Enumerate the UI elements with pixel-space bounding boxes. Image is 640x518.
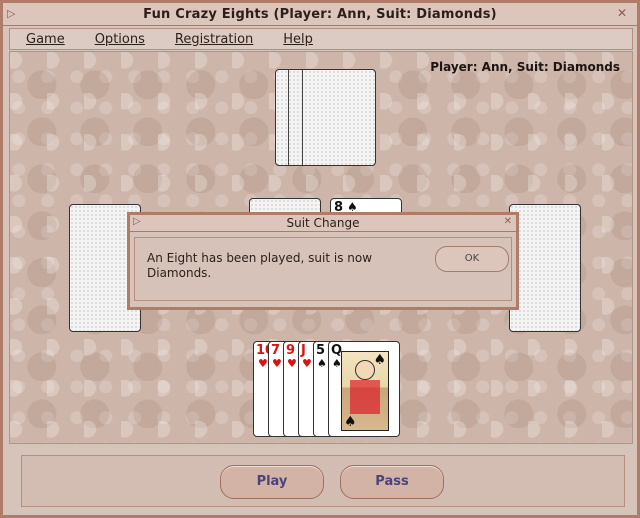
action-panel: Play Pass [21, 455, 625, 507]
heart-icon: ♥ [287, 357, 297, 370]
card-rank: J [301, 343, 306, 358]
menu-help[interactable]: Help [283, 32, 313, 47]
dialog-message: An Eight has been played, suit is now Di… [147, 251, 373, 280]
menu-options[interactable]: Options [95, 32, 145, 47]
opponent-top-hand [275, 69, 376, 166]
hand-card[interactable]: Q ♠ ♠ ♠ [328, 341, 400, 437]
opponent-right-hand [509, 204, 581, 332]
heart-icon: ♥ [272, 357, 282, 370]
menu-bar: Game Options Registration Help [9, 28, 633, 50]
title-bar[interactable]: ▷ Fun Crazy Eights (Player: Ann, Suit: D… [3, 3, 637, 26]
spade-icon: ♠ [317, 357, 327, 370]
player-status: Player: Ann, Suit: Diamonds [430, 60, 620, 74]
pass-button[interactable]: Pass [340, 465, 444, 499]
card-rank: 7 [271, 343, 281, 358]
play-button[interactable]: Play [220, 465, 324, 499]
dialog-menu-icon[interactable]: ▷ [133, 216, 141, 227]
close-icon[interactable]: ✕ [617, 6, 631, 20]
ok-button[interactable]: OK [435, 246, 509, 272]
dialog-title[interactable]: Suit Change [130, 215, 516, 232]
menu-game[interactable]: Game [26, 32, 65, 47]
window-menu-icon[interactable]: ▷ [7, 7, 17, 20]
heart-icon: ♥ [302, 357, 312, 370]
menu-registration[interactable]: Registration [175, 32, 253, 47]
game-window: ▷ Fun Crazy Eights (Player: Ann, Suit: D… [0, 0, 640, 518]
card-rank: 9 [286, 343, 296, 358]
window-title: Fun Crazy Eights (Player: Ann, Suit: Dia… [143, 6, 497, 22]
suit-change-dialog: Suit Change ▷ ✕ An Eight has been played… [127, 212, 519, 310]
card-rank: 5 [316, 343, 326, 358]
heart-icon: ♥ [258, 357, 268, 370]
dialog-close-icon[interactable]: ✕ [504, 216, 512, 227]
dialog-body: An Eight has been played, suit is now Di… [134, 237, 512, 301]
queen-face-icon: ♠ ♠ [341, 351, 389, 431]
